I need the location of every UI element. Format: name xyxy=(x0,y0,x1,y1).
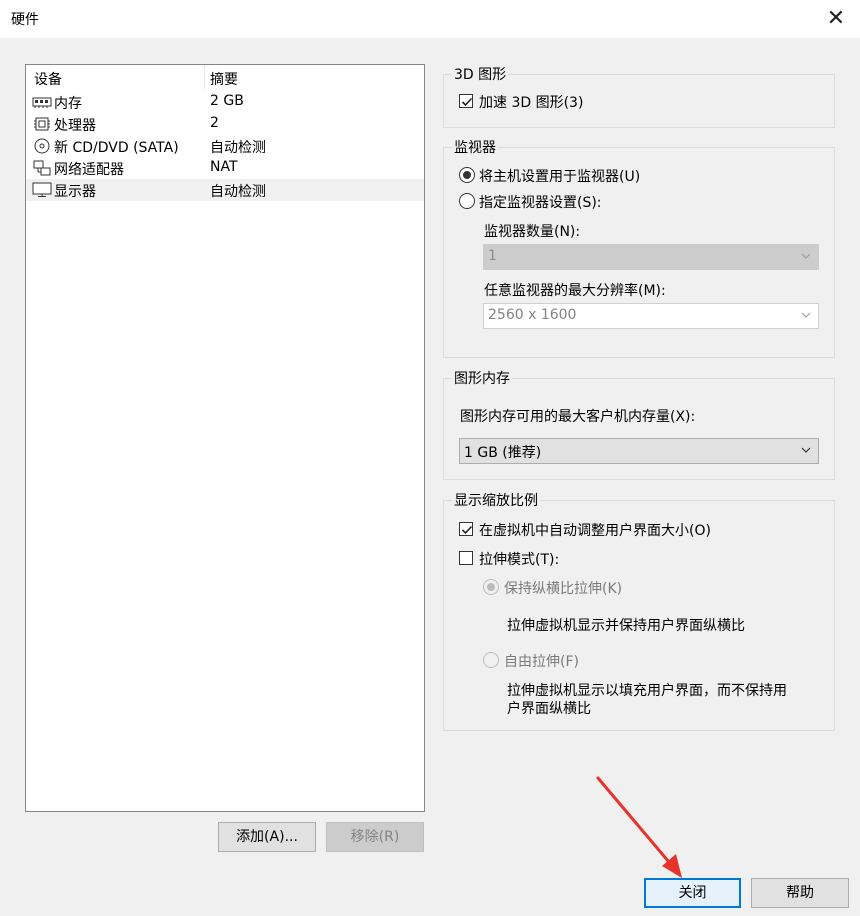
device-list[interactable]: 设备 摘要 内存 2 GB 处理器 2 新 CD/DVD (SATA) 自动检测 xyxy=(25,64,425,812)
device-name: 内存 xyxy=(54,96,82,112)
chevron-down-icon xyxy=(801,447,811,453)
accelerate-3d-label[interactable]: 加速 3D 图形(3) xyxy=(479,92,583,112)
add-button[interactable]: 添加(A)... xyxy=(218,822,316,852)
device-summary: 自动检测 xyxy=(210,184,266,200)
graphics-memory-dropdown[interactable]: 1 GB (推荐) xyxy=(459,438,819,464)
group-legend: 3D 图形 xyxy=(452,64,509,84)
close-icon[interactable]: ✕ xyxy=(822,5,850,33)
free-stretch-description-line2: 户界面纵横比 xyxy=(507,701,591,717)
device-row-display[interactable]: 显示器 自动检测 xyxy=(26,179,424,201)
device-row-cd-dvd[interactable]: 新 CD/DVD (SATA) 自动检测 xyxy=(26,135,424,157)
free-stretch-radio[interactable] xyxy=(483,652,499,668)
memory-icon xyxy=(32,97,52,108)
group-legend: 图形内存 xyxy=(452,368,512,388)
device-name: 网络适配器 xyxy=(54,162,124,178)
chevron-down-icon xyxy=(801,253,811,259)
group-graphics-memory: 图形内存 图形内存可用的最大客户机内存量(X): 1 GB (推荐) xyxy=(443,368,835,480)
remove-button[interactable]: 移除(R) xyxy=(326,822,424,852)
accelerate-3d-checkbox[interactable] xyxy=(459,94,473,108)
help-button[interactable]: 帮助 xyxy=(751,878,849,908)
group-legend: 显示缩放比例 xyxy=(452,490,540,510)
device-name: 显示器 xyxy=(54,184,96,200)
use-host-settings-radio[interactable] xyxy=(459,167,475,183)
use-host-settings-label[interactable]: 将主机设置用于监视器(U) xyxy=(479,166,640,186)
close-button[interactable]: 关闭 xyxy=(644,878,741,908)
device-summary: NAT xyxy=(210,159,238,175)
device-row-network[interactable]: 网络适配器 NAT xyxy=(26,157,424,179)
device-summary: 2 GB xyxy=(210,93,244,109)
cd-dvd-icon xyxy=(34,138,50,154)
keep-aspect-label[interactable]: 保持纵横比拉伸(K) xyxy=(504,578,622,598)
monitor-count-label: 监视器数量(N): xyxy=(484,224,581,240)
device-summary: 自动检测 xyxy=(210,140,266,156)
network-icon xyxy=(33,160,51,176)
window-title: 硬件 xyxy=(11,12,39,28)
monitor-icon xyxy=(32,182,52,197)
graphics-memory-label: 图形内存可用的最大客户机内存量(X): xyxy=(460,409,696,425)
annotation-arrow-icon xyxy=(596,776,682,878)
device-summary: 2 xyxy=(210,115,219,131)
specify-monitor-settings-radio[interactable] xyxy=(459,193,475,209)
free-stretch-description-line1: 拉伸虚拟机显示以填充用户界面，而不保持用 xyxy=(507,683,787,699)
max-resolution-value: 2560 x 1600 xyxy=(488,307,577,323)
auto-adjust-ui-checkbox[interactable] xyxy=(459,522,473,536)
max-resolution-dropdown[interactable]: 2560 x 1600 xyxy=(483,303,819,329)
stretch-mode-label[interactable]: 拉伸模式(T): xyxy=(479,549,559,569)
column-header-summary[interactable]: 摘要 xyxy=(210,69,238,89)
device-name: 新 CD/DVD (SATA) xyxy=(54,140,179,156)
device-row-processor[interactable]: 处理器 2 xyxy=(26,113,424,135)
title-bar: 硬件 ✕ xyxy=(0,0,860,38)
device-name: 处理器 xyxy=(54,118,96,134)
column-separator[interactable] xyxy=(204,65,205,89)
checkmark-icon xyxy=(461,525,473,535)
cpu-icon xyxy=(34,117,50,131)
keep-aspect-description: 拉伸虚拟机显示并保持用户界面纵横比 xyxy=(507,618,745,634)
max-resolution-label: 任意监视器的最大分辨率(M): xyxy=(484,283,666,299)
specify-monitor-settings-label[interactable]: 指定监视器设置(S): xyxy=(479,192,602,212)
group-monitors: 监视器 将主机设置用于监视器(U) 指定监视器设置(S): 监视器数量(N): … xyxy=(443,137,835,358)
checkmark-icon xyxy=(461,97,473,107)
keep-aspect-radio[interactable] xyxy=(483,579,499,595)
stretch-mode-checkbox[interactable] xyxy=(459,551,473,565)
free-stretch-label[interactable]: 自由拉伸(F) xyxy=(504,651,579,671)
device-list-header: 设备 摘要 xyxy=(26,65,424,89)
graphics-memory-value: 1 GB (推荐) xyxy=(464,445,542,461)
monitor-count-value: 1 xyxy=(488,248,497,264)
column-header-device[interactable]: 设备 xyxy=(34,69,62,89)
auto-adjust-ui-label[interactable]: 在虚拟机中自动调整用户界面大小(O) xyxy=(479,520,711,540)
monitor-count-dropdown[interactable]: 1 xyxy=(483,244,819,270)
group-legend: 监视器 xyxy=(452,137,498,157)
group-3d-graphics: 3D 图形 加速 3D 图形(3) xyxy=(443,64,835,128)
group-display-scaling: 显示缩放比例 在虚拟机中自动调整用户界面大小(O) 拉伸模式(T): 保持纵横比… xyxy=(443,490,835,731)
device-row-memory[interactable]: 内存 2 GB xyxy=(26,91,424,113)
chevron-down-icon xyxy=(801,312,811,318)
